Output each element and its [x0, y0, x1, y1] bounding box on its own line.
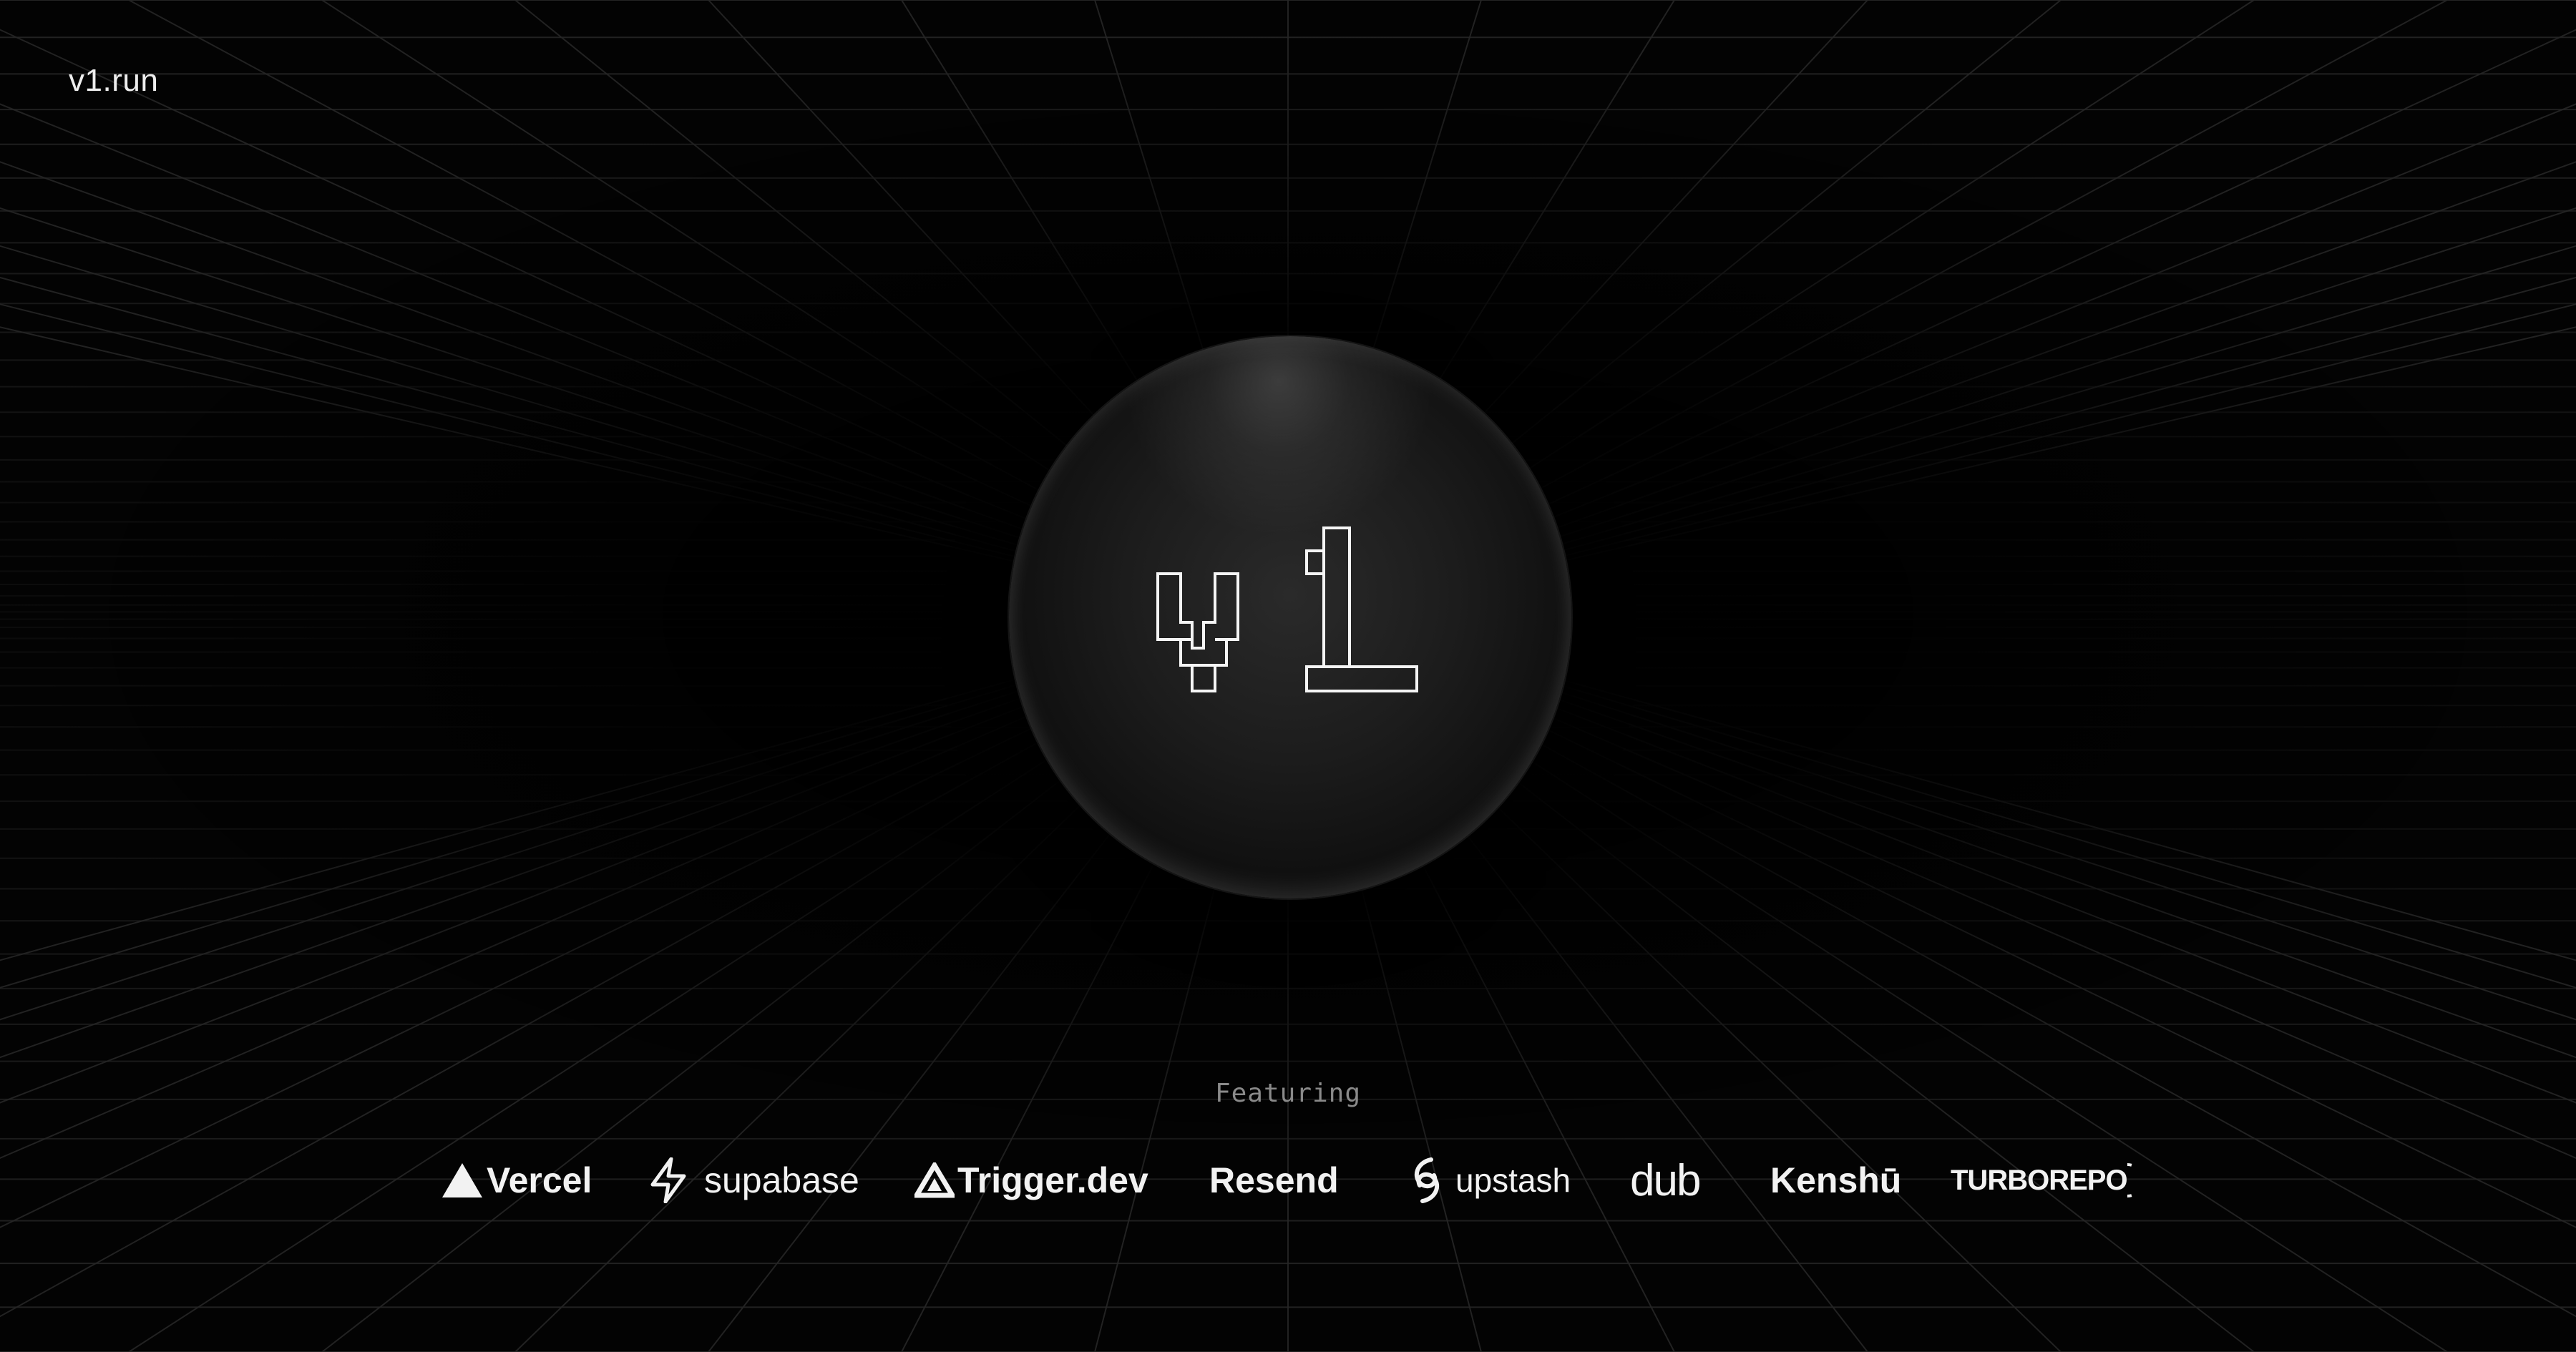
sponsor-kenshu-link[interactable]: Kenshū — [1770, 1152, 1901, 1209]
supabase-bolt-icon — [650, 1157, 686, 1203]
landing-page: v1.run Featuring Vercel supabase Trigger… — [0, 0, 2576, 1352]
sponsor-upstash-link[interactable]: upstash — [1407, 1152, 1571, 1209]
upstash-swirl-icon — [1414, 1157, 1440, 1203]
sponsor-name: Trigger.dev — [957, 1160, 1148, 1200]
sponsor-name: supabase — [704, 1160, 859, 1200]
v1-pixel-outline-icon — [1156, 526, 1418, 692]
sponsor-dub-link[interactable]: dub — [1630, 1152, 1701, 1209]
site-logo-link[interactable]: v1.run — [69, 63, 158, 99]
vercel-triangle-icon — [442, 1163, 482, 1197]
sponsor-trigger-link[interactable]: Trigger.dev — [914, 1152, 1148, 1209]
sponsor-turborepo-link[interactable]: TURBOREPO — [1951, 1152, 2133, 1209]
sponsor-name: dub — [1630, 1155, 1701, 1205]
sponsor-name: Vercel — [487, 1160, 592, 1200]
sponsor-resend-link[interactable]: Resend — [1209, 1152, 1339, 1209]
sponsor-logos-row: Vercel supabase Trigger.dev Resend upsta… — [0, 1152, 2576, 1209]
turborepo-ring-icon — [2127, 1163, 2133, 1197]
sponsor-supabase-link[interactable]: supabase — [648, 1152, 859, 1209]
sponsor-name: TURBOREPO — [1951, 1164, 2128, 1196]
sponsor-name: upstash — [1455, 1162, 1571, 1199]
sponsor-name: Kenshū — [1770, 1160, 1902, 1200]
featuring-label: Featuring — [1214, 1079, 1362, 1108]
sponsor-name: Resend — [1209, 1160, 1339, 1200]
sponsor-vercel-link[interactable]: Vercel — [441, 1152, 592, 1209]
trigger-triangle-icon — [914, 1162, 955, 1198]
